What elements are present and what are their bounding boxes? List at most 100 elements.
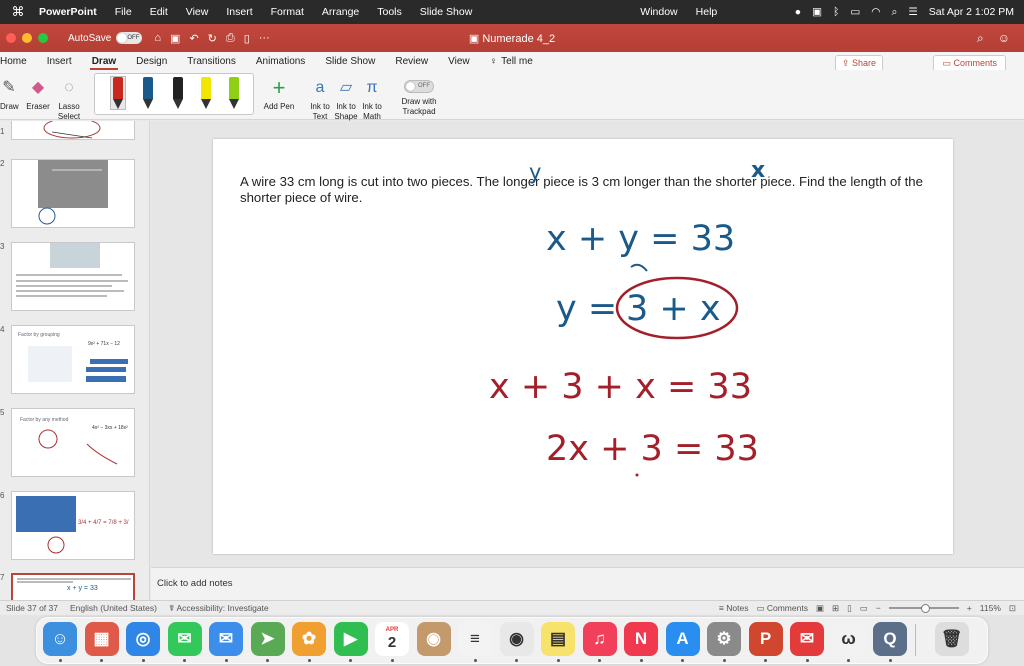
record-icon[interactable]: ● — [795, 6, 801, 18]
maps-icon[interactable]: ➤ — [250, 622, 285, 656]
tab-home[interactable]: Home — [0, 56, 37, 70]
tab-design[interactable]: Design — [126, 56, 177, 70]
zoom-out-icon[interactable]: − — [876, 603, 881, 613]
tell-me-search[interactable]: ♀ Tell me — [480, 56, 543, 70]
reminders-icon[interactable]: ≡ — [458, 622, 492, 656]
autosave-toggle[interactable]: OFF — [116, 32, 143, 44]
photos-icon[interactable]: ✿ — [292, 622, 326, 656]
draw-with-trackpad[interactable]: OFF Draw with Trackpad — [396, 74, 442, 117]
menu-file[interactable]: File — [106, 6, 141, 18]
home-icon[interactable]: ⌂ — [154, 32, 161, 45]
green-highlighter[interactable] — [227, 77, 241, 109]
menu-app-name[interactable]: PowerPoint — [30, 6, 106, 18]
thumbnail-row[interactable]: 2 — [0, 159, 149, 229]
search-icon[interactable]: ⌕ — [977, 31, 984, 46]
facetime-icon[interactable]: ▶ — [333, 622, 368, 656]
powerpoint-icon[interactable]: P — [748, 622, 783, 656]
menu-window[interactable]: Window — [631, 6, 686, 18]
thumbnail-row[interactable]: 6 3/4 + 4/7 = 7/8 + 3/ — [0, 491, 149, 561]
draw-tool[interactable]: ✎ Draw — [0, 74, 19, 112]
menu-edit[interactable]: Edit — [141, 6, 177, 18]
close-window-button[interactable] — [6, 33, 16, 43]
menu-view[interactable]: View — [177, 6, 218, 18]
yellow-highlighter[interactable] — [199, 77, 213, 109]
blue-pen[interactable] — [141, 77, 155, 109]
quicktime-icon[interactable]: Q — [873, 622, 907, 656]
lasso-select-tool[interactable]: ◌ Lasso Select — [56, 74, 82, 122]
launchpad-icon[interactable]: ▦ — [84, 622, 119, 656]
chrome-icon[interactable]: ◉ — [499, 622, 534, 656]
add-pen-tool[interactable]: + Add Pen — [261, 74, 297, 112]
finder-icon[interactable]: ☺ — [43, 622, 77, 656]
ink-to-shape-tool[interactable]: ▱ Ink to Shape — [333, 74, 359, 122]
slide-thumbnail[interactable] — [11, 121, 135, 140]
slide-thumbnail[interactable] — [11, 242, 135, 311]
autosave-control[interactable]: AutoSave OFF — [68, 32, 143, 44]
app-store-icon[interactable]: A — [665, 622, 700, 656]
zoom-slider[interactable] — [888, 604, 959, 613]
spotlight-search-icon[interactable]: ⌕ — [891, 6, 897, 19]
notes-icon[interactable]: ▤ — [541, 622, 575, 656]
zoom-window-button[interactable] — [38, 33, 48, 43]
tab-animations[interactable]: Animations — [246, 56, 315, 70]
undo-icon[interactable]: ↶ — [189, 32, 198, 45]
control-center-icon[interactable]: ☰ — [908, 6, 917, 18]
calendar-icon[interactable]: APR 2 — [375, 622, 409, 656]
slide-thumbnail[interactable]: Factor by any method 4x² − 3xx + 18x² — [11, 408, 135, 477]
slideshow-view-icon[interactable]: ▭ — [860, 603, 868, 614]
save-icon[interactable]: ▣ — [170, 32, 180, 45]
notes-pane[interactable]: Click to add notes — [151, 567, 1024, 600]
menu-tools[interactable]: Tools — [368, 6, 411, 18]
menu-arrange[interactable]: Arrange — [313, 6, 368, 18]
thumbnail-row[interactable]: 3 — [0, 242, 149, 312]
apple-icon[interactable]: ⌘ — [6, 4, 30, 20]
news-icon[interactable]: N — [624, 622, 658, 656]
account-icon[interactable]: ☺ — [998, 31, 1010, 46]
notes-toggle[interactable]: ≡ Notes — [719, 603, 749, 613]
screen-share-icon[interactable]: ▣ — [812, 6, 822, 18]
menu-help[interactable]: Help — [687, 6, 727, 18]
wifi-icon[interactable]: ◠ — [871, 6, 880, 18]
messages-icon[interactable]: ✉ — [167, 622, 202, 656]
ink-to-math-tool[interactable]: π Ink to Math — [359, 74, 385, 122]
reading-view-icon[interactable]: ▯ — [847, 603, 852, 614]
tab-insert[interactable]: Insert — [37, 56, 82, 70]
menubar-datetime[interactable]: Sat Apr 2 1:02 PM — [929, 6, 1014, 18]
fit-to-window-icon[interactable]: ⊡ — [1009, 603, 1016, 614]
ink-to-text-tool[interactable]: a Ink to Text — [307, 74, 333, 122]
normal-view-icon[interactable]: ▣ — [816, 603, 824, 614]
red-pen[interactable] — [110, 76, 126, 110]
slide-sorter-icon[interactable]: ⊞ — [832, 603, 839, 614]
thumbnail-row[interactable]: 1 — [0, 121, 149, 141]
current-slide[interactable]: A wire 33 cm long is cut into two pieces… — [213, 139, 953, 554]
mail-icon[interactable]: ✉ — [209, 622, 243, 656]
outlook-mail-icon[interactable]: ✉ — [790, 622, 824, 656]
new-file-icon[interactable]: ▯ — [244, 32, 250, 45]
thumbnail-row[interactable]: 7 x + y = 33 — [0, 573, 149, 600]
language-status[interactable]: English (United States) — [64, 603, 163, 613]
menu-format[interactable]: Format — [262, 6, 313, 18]
redo-icon[interactable]: ↻ — [208, 32, 217, 45]
thumbnail-row[interactable]: 4 Factor by grouping 9x² + 71x − 12 — [0, 325, 149, 395]
minimize-window-button[interactable] — [22, 33, 32, 43]
music-icon[interactable]: ♫ — [582, 622, 617, 656]
trash-icon[interactable]: 🗑 — [934, 622, 969, 656]
tab-transitions[interactable]: Transitions — [177, 56, 246, 70]
battery-icon[interactable]: ▭ — [850, 6, 860, 18]
bluetooth-icon[interactable]: ᛒ — [833, 6, 839, 18]
slide-thumbnail[interactable]: Factor by grouping 9x² + 71x − 12 — [11, 325, 135, 394]
print-icon[interactable]: ⎙ — [226, 32, 235, 45]
more-icon[interactable]: ··· — [259, 32, 270, 45]
comments-toggle[interactable]: ▭ Comments — [756, 603, 808, 614]
safari-icon[interactable]: ◎ — [126, 622, 160, 656]
tab-draw[interactable]: Draw — [82, 56, 126, 70]
tab-review[interactable]: Review — [385, 56, 438, 70]
tab-view[interactable]: View — [438, 56, 480, 70]
trackpad-toggle[interactable]: OFF — [404, 80, 434, 93]
menu-slide-show[interactable]: Slide Show — [411, 6, 482, 18]
eraser-tool[interactable]: ◆ Eraser — [24, 74, 52, 112]
system-preferences-icon[interactable]: ⚙ — [707, 622, 741, 656]
contacts-icon[interactable]: ◉ — [416, 622, 451, 656]
slide-thumbnail[interactable] — [11, 159, 135, 228]
slide-thumbnail[interactable]: 3/4 + 4/7 = 7/8 + 3/ — [11, 491, 135, 560]
